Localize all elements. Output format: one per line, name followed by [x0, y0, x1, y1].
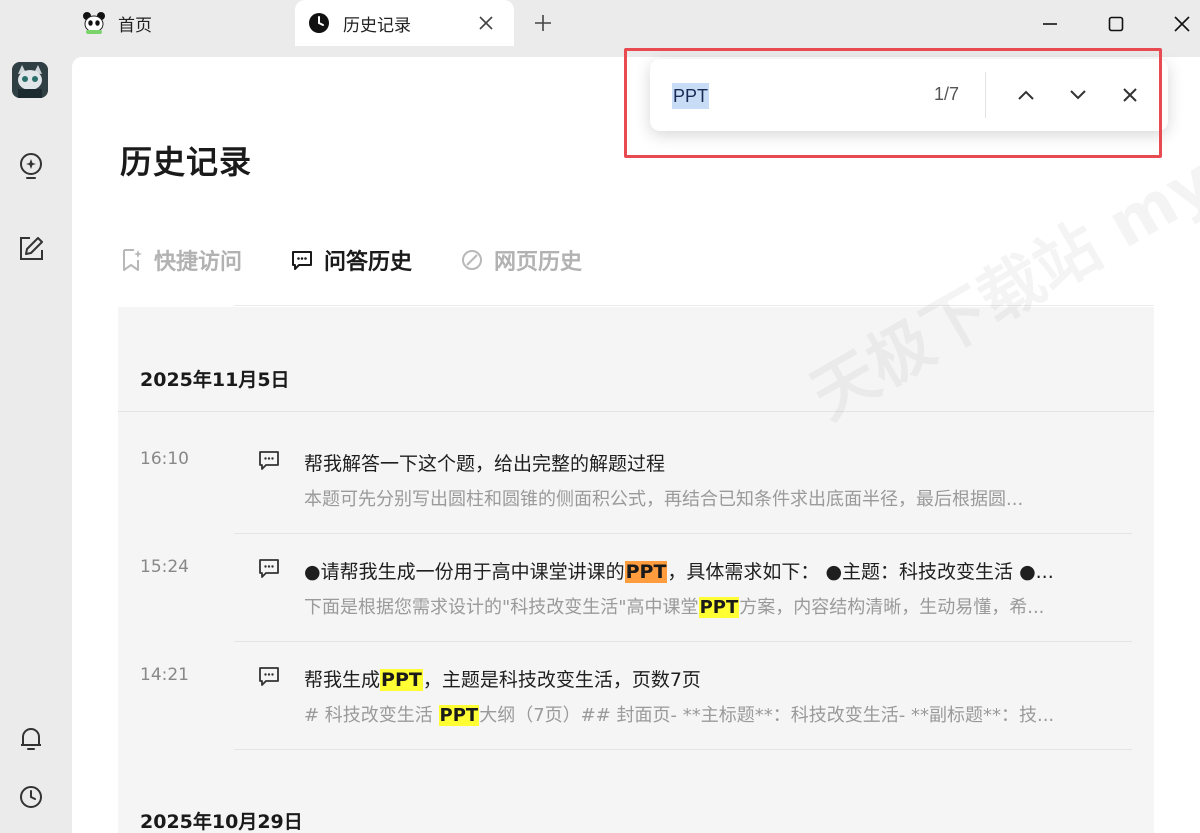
star-bookmark-icon [120, 248, 144, 272]
tab-quick-access[interactable]: 快捷访问 [120, 244, 242, 276]
divider [234, 305, 1154, 306]
tab-home-label: 首页 [118, 15, 152, 36]
clock-icon [307, 11, 331, 35]
search-match: PPT [698, 597, 740, 618]
tab-web-history-label: 网页历史 [494, 250, 583, 275]
answer-text: # 科技改变生活 [304, 705, 439, 726]
tab-qa-history-label: 问答历史 [324, 250, 413, 275]
question-text: ，具体需求如下： ●主题：科技改变生活 ●... [667, 561, 1054, 583]
search-match-current: PPT [624, 561, 668, 583]
entry-time: 14:21 [140, 665, 189, 685]
history-entry[interactable]: 15:24 ●请帮我生成一份用于高中课堂讲课的PPT，具体需求如下： ●主题：科… [118, 557, 1154, 665]
plus-icon[interactable] [530, 10, 556, 36]
avatar[interactable] [12, 62, 48, 98]
search-match: PPT [438, 705, 480, 726]
history-entry[interactable]: 14:21 帮我生成PPT，主题是科技改变生活，页数7页 # 科技改变生活 PP… [118, 665, 1154, 773]
tab-quick-access-label: 快捷访问 [154, 250, 243, 275]
chat-icon [258, 449, 280, 471]
entry-time: 15:24 [140, 557, 189, 577]
chat-icon [258, 665, 280, 687]
entry-divider [234, 533, 1132, 534]
maximize-icon[interactable] [1100, 8, 1132, 40]
date-divider [118, 411, 1154, 412]
close-icon[interactable] [1166, 8, 1198, 40]
answer-text: 大纲（7页）## 封面页- **主标题**：科技改变生活- **副标题**：技.… [479, 705, 1055, 726]
entry-answer-preview: 本题可先分别写出圆柱和圆锥的侧面积公式，再结合已知条件求出底面半径，最后根据圆.… [304, 489, 1024, 510]
tab-qa-history[interactable]: 问答历史 [290, 244, 412, 276]
entry-answer-preview: # 科技改变生活 PPT大纲（7页）## 封面页- **主标题**：科技改变生活… [304, 701, 1134, 727]
answer-text: 下面是根据您需求设计的"科技改变生活"高中课堂 [304, 597, 699, 618]
panda-logo-icon [82, 11, 106, 35]
edit-icon[interactable] [14, 232, 48, 266]
tab-home[interactable]: 首页 [80, 0, 280, 46]
left-rail [0, 48, 70, 833]
question-text: ●请帮我生成一份用于高中课堂讲课的 [304, 561, 625, 583]
entry-question: ●请帮我生成一份用于高中课堂讲课的PPT，具体需求如下： ●主题：科技改变生活 … [304, 557, 1134, 584]
entry-divider [234, 749, 1132, 750]
history-icon[interactable] [14, 780, 48, 814]
history-entry[interactable]: 16:10 帮我解答一下这个题，给出完整的解题过程 本题可先分别写出圆柱和圆锥的… [118, 449, 1154, 557]
annotation-frame [624, 48, 1162, 158]
tab-web-history[interactable]: 网页历史 [460, 244, 582, 276]
entry-time: 16:10 [140, 449, 189, 469]
question-text: 帮我生成 [304, 669, 381, 691]
entry-answer-preview: 下面是根据您需求设计的"科技改变生活"高中课堂PPT方案，内容结构清晰，生动易懂… [304, 593, 1134, 619]
chat-icon [290, 248, 314, 272]
main-panel: 历史记录 快捷访问 问答历史 网页历史 2025年11月5日 16:10 帮我解… [72, 57, 1200, 833]
date-header: 2025年10月29日 [140, 811, 303, 833]
history-list[interactable]: 2025年11月5日 16:10 帮我解答一下这个题，给出完整的解题过程 本题可… [118, 307, 1154, 833]
compass-icon [460, 248, 484, 272]
tab-close-icon[interactable] [474, 11, 498, 35]
bell-icon[interactable] [14, 722, 48, 756]
entry-divider [234, 641, 1132, 642]
page-title: 历史记录 [120, 143, 253, 181]
search-match: PPT [380, 669, 423, 691]
chat-icon [258, 557, 280, 579]
date-header: 2025年11月5日 [140, 369, 290, 391]
title-bar: 首页 历史记录 [0, 0, 1200, 48]
answer-text: 方案，内容结构清晰，生动易懂，希... [739, 597, 1045, 618]
category-tabs: 快捷访问 问答历史 网页历史 [120, 243, 630, 277]
entry-question: 帮我解答一下这个题，给出完整的解题过程 [304, 453, 666, 475]
tab-history-label: 历史记录 [343, 15, 411, 36]
entry-question: 帮我生成PPT，主题是科技改变生活，页数7页 [304, 665, 1134, 692]
minimize-icon[interactable] [1034, 8, 1066, 40]
tab-history[interactable]: 历史记录 [295, 0, 514, 46]
lightbulb-icon[interactable] [14, 150, 48, 184]
question-text: ，主题是科技改变生活，页数7页 [422, 669, 701, 691]
